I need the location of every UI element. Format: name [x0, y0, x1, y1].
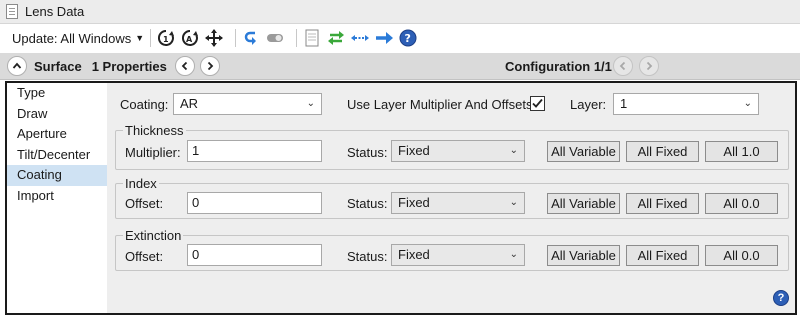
checkmark-icon [532, 98, 543, 108]
index-all-variable-button[interactable]: All Variable [547, 193, 620, 214]
thickness-multiplier-label: Multiplier: [125, 145, 181, 160]
next-surface-button[interactable] [199, 56, 220, 76]
layer-value: 1 [620, 96, 628, 111]
chevron-down-icon: ⌄ [509, 145, 518, 156]
update-dropdown-label: Update: All Windows [12, 30, 132, 46]
svg-text:A: A [186, 35, 193, 44]
svg-text:?: ? [405, 32, 411, 45]
sidebar-item-aperture[interactable]: Aperture [7, 124, 107, 145]
next-config-button[interactable] [639, 56, 659, 76]
update-dropdown[interactable]: Update: All Windows ▼ [12, 31, 144, 46]
coating-dropdown[interactable]: AR ⌄ [173, 93, 322, 115]
properties-title: 1 Properties [91, 58, 167, 74]
sidebar: Type Draw Aperture Tilt/Decenter Coating… [7, 83, 107, 313]
extinction-status-value: Fixed [398, 247, 430, 262]
thickness-status-dropdown[interactable]: Fixed ⌄ [391, 140, 525, 162]
thickness-status-label: Status: [347, 145, 388, 160]
chevron-down-icon: ⌄ [509, 249, 518, 260]
extinction-all-value-button[interactable]: All 0.0 [705, 245, 778, 266]
title-bar: Lens Data [0, 0, 800, 24]
calc-all-icon[interactable]: A [181, 29, 199, 47]
index-offset-label: Offset: [125, 196, 164, 211]
header-bar: Surface 1 Properties Configuration 1/1 [0, 53, 800, 80]
thickness-all-fixed-button[interactable]: All Fixed [626, 141, 699, 162]
index-status-label: Status: [347, 196, 388, 211]
surface-properties-panel: Type Draw Aperture Tilt/Decenter Coating… [5, 81, 797, 315]
index-group-title: Index [123, 176, 159, 191]
crosshair-icon[interactable] [205, 29, 224, 47]
surface-title: Surface [34, 58, 82, 74]
toolbar-separator [150, 29, 152, 47]
undo-arrow-icon[interactable] [242, 29, 260, 47]
coating-content: Coating: AR ⌄ Use Layer Multiplier And O… [107, 83, 795, 313]
chevron-down-icon: ⌄ [743, 98, 752, 109]
index-status-dropdown[interactable]: Fixed ⌄ [391, 192, 525, 214]
chevron-right-icon [646, 61, 653, 71]
thickness-status-value: Fixed [398, 143, 430, 158]
chevron-up-icon [12, 62, 22, 69]
toolbar-separator [235, 29, 237, 47]
prev-config-button[interactable] [613, 56, 633, 76]
help-icon[interactable]: ? [773, 290, 789, 306]
prev-surface-button[interactable] [174, 56, 195, 76]
thickness-group-title: Thickness [123, 123, 186, 138]
thickness-all-variable-button[interactable]: All Variable [547, 141, 620, 162]
extinction-offset-label: Offset: [125, 249, 164, 264]
sidebar-item-coating[interactable]: Coating [7, 165, 107, 186]
help-icon[interactable]: ? [399, 29, 417, 47]
document-icon [6, 4, 18, 19]
svg-text:1: 1 [163, 35, 169, 44]
coating-label: Coating: [120, 97, 169, 112]
chevron-down-icon: ⌄ [509, 197, 518, 208]
expand-arrows-icon[interactable] [351, 29, 370, 47]
index-all-value-button[interactable]: All 0.0 [705, 193, 778, 214]
chevron-down-icon: ⌄ [306, 98, 315, 109]
caret-down-icon: ▼ [135, 33, 145, 43]
use-layer-label: Use Layer Multiplier And Offsets: [347, 97, 537, 112]
right-arrow-icon[interactable] [375, 29, 394, 47]
use-layer-checkbox[interactable] [530, 96, 545, 111]
index-status-value: Fixed [398, 195, 430, 210]
layer-label: Layer: [570, 97, 607, 112]
index-offset-field[interactable]: 0 [187, 192, 322, 214]
window-title: Lens Data [25, 4, 85, 19]
extinction-all-fixed-button[interactable]: All Fixed [626, 245, 699, 266]
swap-arrows-icon[interactable] [327, 29, 345, 47]
chevron-right-icon [207, 61, 214, 71]
extinction-status-dropdown[interactable]: Fixed ⌄ [391, 244, 525, 266]
extinction-offset-field[interactable]: 0 [187, 244, 322, 266]
configuration-title: Configuration 1/1 [505, 59, 612, 74]
extinction-group-title: Extinction [123, 228, 184, 243]
thickness-multiplier-field[interactable]: 1 [187, 140, 322, 162]
chevron-left-icon [619, 61, 626, 71]
sidebar-item-import[interactable]: Import [7, 186, 107, 207]
index-all-fixed-button[interactable]: All Fixed [626, 193, 699, 214]
thickness-all-value-button[interactable]: All 1.0 [705, 141, 778, 162]
toggle-icon[interactable] [266, 29, 284, 47]
calc-1-icon[interactable]: 1 [157, 29, 175, 47]
extinction-status-label: Status: [347, 249, 388, 264]
layer-dropdown[interactable]: 1 ⌄ [613, 93, 759, 115]
sidebar-item-draw[interactable]: Draw [7, 104, 107, 125]
extinction-all-variable-button[interactable]: All Variable [547, 245, 620, 266]
sidebar-item-tilt-decenter[interactable]: Tilt/Decenter [7, 145, 107, 166]
page-icon[interactable] [303, 29, 321, 47]
collapse-button[interactable] [7, 56, 27, 76]
chevron-left-icon [181, 61, 187, 71]
sidebar-item-type[interactable]: Type [7, 83, 107, 104]
coating-value: AR [180, 96, 199, 111]
toolbar-separator [296, 29, 298, 47]
toolbar: Update: All Windows ▼ 1 A ? [0, 25, 800, 51]
